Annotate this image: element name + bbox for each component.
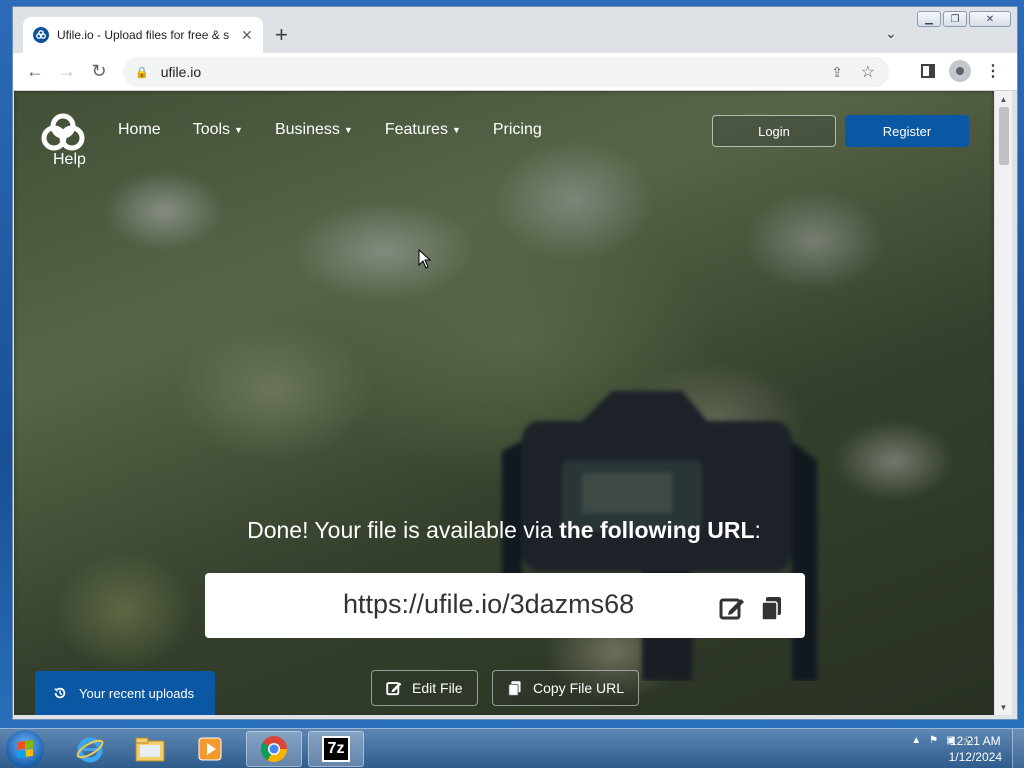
reload-icon[interactable]: ↻ — [83, 56, 115, 88]
scrollbar-thumb[interactable] — [999, 107, 1009, 165]
edit-file-button[interactable]: Edit File — [371, 670, 478, 706]
upload-done-message: Done! Your file is available via the fol… — [14, 517, 994, 544]
done-message-suffix: : — [754, 517, 761, 543]
taskbar-7zip[interactable]: 7z — [308, 731, 364, 767]
copy-icon[interactable] — [759, 595, 785, 621]
nav-item-label: Pricing — [492, 121, 542, 138]
show-hidden-icons-icon[interactable]: ▲ — [911, 735, 921, 746]
nav-item-label: Features — [384, 121, 448, 138]
taskbar-chrome[interactable] — [246, 731, 302, 767]
nav-item-label: Business — [274, 121, 340, 138]
copy-icon — [508, 681, 521, 696]
address-bar[interactable]: 🔒 ufile.io ⇪ ☆ — [123, 57, 889, 87]
chrome-icon — [260, 736, 288, 763]
side-panel-icon[interactable] — [921, 64, 935, 78]
action-center-flag-icon[interactable]: ⚑ — [929, 735, 938, 746]
close-window-button[interactable]: ✕ — [969, 11, 1011, 27]
back-arrow-icon[interactable]: ← — [19, 56, 51, 88]
nav-item-label: Tools — [192, 121, 231, 138]
ufile-favicon-icon — [33, 27, 49, 43]
history-icon — [53, 687, 66, 699]
chevron-down-icon: ▼ — [234, 125, 243, 135]
taskbar-media-player[interactable] — [182, 731, 238, 767]
window-controls: ▁ ❐ ✕ — [917, 11, 1011, 27]
tab-search-chevron-icon[interactable]: ⌄ — [885, 25, 897, 42]
lock-icon[interactable]: 🔒 — [135, 66, 149, 79]
edit-icon — [386, 682, 402, 696]
start-button[interactable] — [6, 730, 44, 768]
restore-button[interactable]: ❐ — [943, 11, 967, 27]
nav-item-home[interactable]: Home — [118, 121, 161, 139]
tab-strip: Ufile.io - Upload files for free & s ✕ +… — [13, 7, 1017, 53]
recent-uploads-label: Your recent uploads — [79, 685, 195, 701]
file-url-link[interactable]: https://ufile.io/3dazms68 — [343, 589, 634, 620]
file-url-box: https://ufile.io/3dazms68 — [205, 573, 805, 638]
browser-window: Ufile.io - Upload files for free & s ✕ +… — [12, 6, 1018, 720]
new-tab-button[interactable]: + — [275, 24, 288, 46]
tab-title: Ufile.io - Upload files for free & s — [57, 28, 230, 42]
browser-toolbar: ← → ↻ 🔒 ufile.io ⇪ ☆ ⋮ — [13, 53, 1017, 91]
tab-close-icon[interactable]: ✕ — [241, 27, 253, 44]
copy-file-url-label: Copy File URL — [533, 680, 625, 696]
taskbar: 7z ▲ ⚑ ▣ 🔈 12:21 AM 1/12/2024 — [0, 728, 1024, 768]
taskbar-clock[interactable]: 12:21 AM 1/12/2024 — [949, 733, 1002, 765]
nav-item-label: Home — [118, 121, 161, 138]
clock-time: 12:21 AM — [949, 734, 1001, 748]
nav-item-tools[interactable]: Tools ▼ — [193, 121, 243, 139]
nav-item-pricing[interactable]: Pricing — [493, 121, 542, 139]
bookmark-star-icon[interactable]: ☆ — [861, 62, 875, 82]
show-desktop-button[interactable] — [1012, 729, 1024, 768]
login-button[interactable]: Login — [712, 115, 836, 147]
toolbar-right: ⋮ — [921, 60, 1001, 82]
edit-icon[interactable] — [719, 595, 745, 621]
site-nav: Home Tools ▼ Business ▼ Features ▼ Pricing — [118, 121, 542, 139]
scroll-up-arrow-icon[interactable]: ▲ — [995, 91, 1012, 107]
chevron-down-icon: ▼ — [451, 125, 461, 135]
chevron-down-icon: ▼ — [343, 125, 353, 135]
done-message-text: Done! Your file is available via — [247, 517, 560, 543]
windows-logo-icon — [17, 739, 33, 759]
copy-file-url-button[interactable]: Copy File URL — [492, 670, 640, 706]
recent-uploads-button[interactable]: Your recent uploads — [35, 671, 215, 715]
page-viewport: Help Home Tools ▼ Business ▼ Features ▼ Pri… — [14, 91, 994, 715]
7zip-icon: 7z — [321, 736, 351, 762]
ufile-logo-icon[interactable] — [38, 113, 88, 153]
media-player-icon — [198, 737, 222, 761]
taskbar-internet-explorer[interactable] — [62, 731, 118, 767]
nav-item-features[interactable]: Features ▼ — [385, 121, 461, 139]
scroll-down-arrow-icon[interactable]: ▼ — [995, 699, 1012, 715]
mouse-cursor-icon — [418, 249, 432, 269]
profile-avatar-icon[interactable] — [949, 60, 971, 82]
taskbar-file-explorer[interactable] — [122, 731, 178, 767]
help-link[interactable]: Help — [53, 151, 86, 169]
browser-tab[interactable]: Ufile.io - Upload files for free & s ✕ — [23, 17, 263, 53]
vertical-scrollbar[interactable]: ▲ ▼ — [995, 91, 1012, 715]
minimize-button[interactable]: ▁ — [917, 11, 941, 27]
edit-file-label: Edit File — [412, 680, 463, 696]
internet-explorer-icon — [76, 737, 104, 763]
share-icon[interactable]: ⇪ — [831, 64, 843, 81]
forward-arrow-icon[interactable]: → — [51, 56, 83, 88]
menu-kebab-icon[interactable]: ⋮ — [985, 61, 1001, 81]
address-bar-url: ufile.io — [160, 64, 202, 80]
folder-icon — [135, 737, 165, 762]
nav-item-business[interactable]: Business ▼ — [275, 121, 353, 139]
clock-date: 1/12/2024 — [948, 750, 1002, 764]
done-message-emphasis: the following URL — [559, 517, 755, 543]
register-button[interactable]: Register — [845, 115, 969, 147]
